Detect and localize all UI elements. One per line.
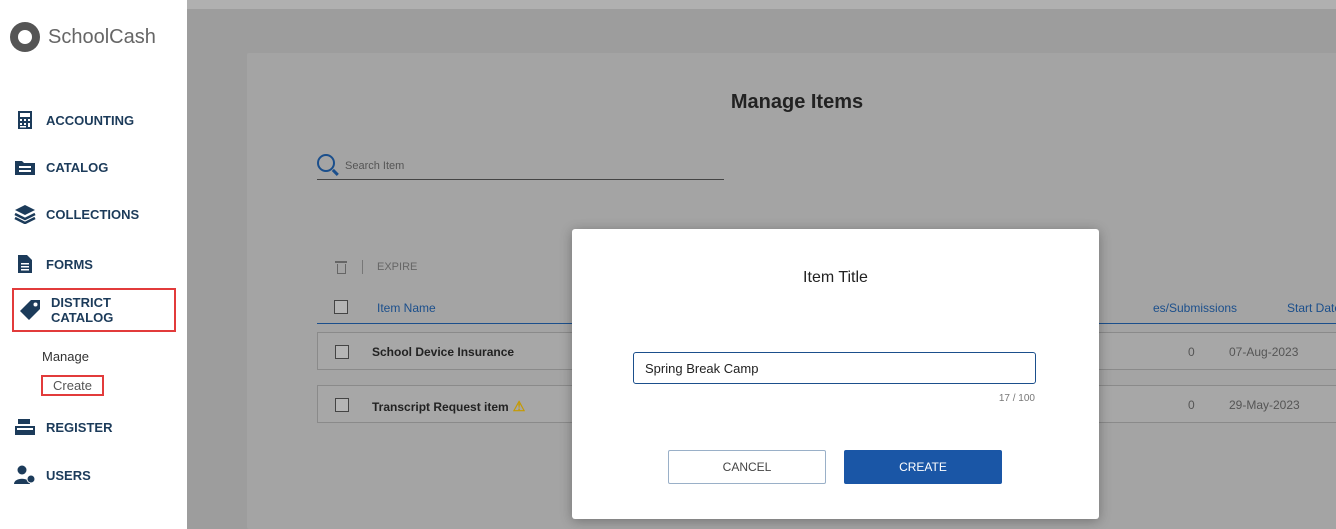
cash-register-icon [14,417,36,437]
users-icon [14,465,36,485]
sidebar-item-accounting[interactable]: ACCOUNTING [14,106,134,134]
item-title-dialog: Item Title 17 / 100 CANCEL CREATE [572,229,1099,519]
submenu-manage[interactable]: Manage [42,349,89,364]
sidebar-item-users[interactable]: USERS [14,461,91,489]
trash-icon[interactable] [334,260,348,274]
sidebar-item-label: USERS [46,467,91,483]
item-name-wrap[interactable]: Transcript Request item ⚠ [372,398,525,415]
sidebar: SchoolCash ACCOUNTING CATALOG COLLECTION… [0,0,188,529]
sidebar-item-label: COLLECTIONS [46,206,140,222]
sidebar-item-label: ACCOUNTING [46,112,135,128]
table-toolbar: EXPIRE [334,260,417,274]
sidebar-item-catalog[interactable]: CATALOG [14,153,108,181]
page-title: Manage Items [730,91,864,113]
folder-icon [14,157,36,177]
create-button[interactable]: CREATE [844,450,1002,484]
submissions-count: 0 [1188,398,1195,412]
sidebar-item-collections[interactable]: COLLECTIONS [14,200,139,228]
cancel-button[interactable]: CANCEL [668,450,826,484]
select-all-checkbox[interactable] [334,300,348,314]
search-icon [317,154,335,172]
submissions-count: 0 [1188,345,1195,359]
app-name: SchoolCash [48,25,156,48]
top-bar [187,0,1336,9]
start-date: 07-Aug-2023 [1229,345,1299,359]
expire-button[interactable]: EXPIRE [377,261,417,273]
layers-icon [14,204,36,224]
app-logo[interactable]: SchoolCash [10,22,156,52]
sidebar-item-district-catalog[interactable]: DISTRICT CATALOG [12,288,176,332]
item-name[interactable]: School Device Insurance [372,345,514,359]
column-header-item-name[interactable]: Item Name [377,301,436,315]
sidebar-item-forms[interactable]: FORMS [14,250,93,278]
sidebar-item-label: CATALOG [46,159,109,175]
logo-icon [10,22,40,52]
item-name[interactable]: Transcript Request item [372,400,509,414]
column-header-submissions[interactable]: es/Submissions [1153,301,1237,315]
sidebar-item-label: DISTRICT CATALOG [51,295,114,325]
column-header-start-date[interactable]: Start Date ↓ [1287,301,1336,315]
start-date: 29-May-2023 [1229,398,1300,412]
dialog-title: Item Title [803,269,868,286]
tag-icon [19,300,41,320]
warning-icon: ⚠ [512,398,526,414]
calculator-icon [14,110,36,130]
toolbar-divider [362,260,363,274]
row-checkbox[interactable] [335,345,349,359]
row-checkbox[interactable] [335,398,349,412]
sidebar-item-label: FORMS [46,256,93,272]
sidebar-item-register[interactable]: REGISTER [14,413,112,441]
character-counter: 17 / 100 [998,393,1035,404]
search-bar[interactable]: Search Item [317,153,724,180]
sidebar-item-label: REGISTER [46,419,113,435]
document-icon [14,254,36,274]
search-input[interactable]: Search Item [345,160,404,172]
submenu-create[interactable]: Create [41,375,105,396]
item-title-input[interactable] [633,352,1036,384]
